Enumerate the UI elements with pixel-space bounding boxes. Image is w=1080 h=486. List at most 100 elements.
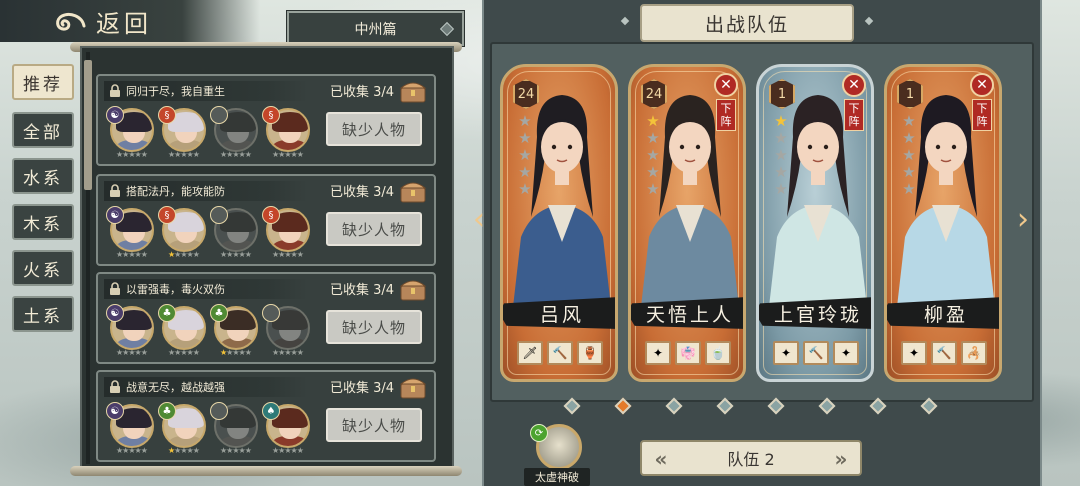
next-arrow-icon[interactable]: › — [1014, 200, 1032, 238]
tab-2[interactable]: 水系 — [12, 158, 74, 194]
star-rating-icon: ★★★★★ — [220, 348, 252, 357]
treasure-chest-icon[interactable] — [398, 78, 428, 104]
remove-label: 下阵 — [716, 99, 736, 131]
star-rating-icon: ★★★★★ — [116, 446, 148, 455]
yin-element-icon: ☯ — [106, 206, 124, 224]
combo-card[interactable]: 搭配法丹，能攻能防 已收集 3/4 ☯ ★★★★★ § ★★★★★ ★★★★★ § ★★★★… — [96, 174, 436, 266]
scrollbar-thumb[interactable] — [84, 60, 92, 190]
collected-count: 已收集 3/4 — [330, 381, 395, 396]
page-dot[interactable] — [614, 397, 632, 415]
yin-element-icon: ☯ — [106, 106, 124, 124]
hero-card[interactable]: 1 ★ ★ ★ ★ ★ 柳盈 ✦ 🔨 🦂 ✕ 下阵 — [884, 64, 1002, 382]
refresh-icon: ⟳ — [530, 424, 548, 442]
equipment-slot[interactable]: ✦ — [773, 341, 799, 365]
yin-element-icon: ☯ — [106, 304, 124, 322]
combo-members: ☯ ★★★★★ § ★★★★★ ★★★★★ § ★★★★★ — [106, 206, 320, 262]
missing-character-button[interactable]: 缺少人物 — [326, 310, 422, 344]
page-dot[interactable] — [716, 397, 734, 415]
fire-element-icon: § — [262, 206, 280, 224]
back-button[interactable]: 返回 — [52, 4, 172, 38]
equipment-slot[interactable]: 🔨 — [803, 341, 829, 365]
diamond-icon — [439, 21, 455, 37]
combo-card[interactable]: 以雷强毒，毒火双伤 已收集 3/4 ☯ ★★★★★ ♣ ★★★★★ ♣ ★★★★★ ★★★★… — [96, 272, 436, 364]
collected-count: 已收集 3/4 — [330, 185, 395, 200]
star-rating-icon: ★★★★★ — [168, 348, 200, 357]
star-rating-icon: ★★★★★ — [168, 446, 200, 455]
equipment-row: ✦ 🔨 🦂 — [901, 341, 997, 367]
combo-title: 战意无尽，越战越强 — [126, 381, 225, 394]
chapter-selector[interactable]: 中州篇 — [286, 10, 465, 47]
remove-label: 下阵 — [972, 99, 992, 131]
equipment-slot[interactable]: 🦂 — [961, 341, 987, 365]
star-rating-icon: ★★★★★ — [902, 112, 916, 198]
yin-element-icon: ☯ — [106, 402, 124, 420]
star-rating-icon: ★★★★★ — [220, 150, 252, 159]
treasure-chest-icon[interactable] — [398, 178, 428, 204]
equipment-slot[interactable]: ✦ — [645, 341, 671, 365]
page-dot[interactable] — [767, 397, 785, 415]
star-rating-icon: ★★★★★ — [518, 112, 532, 198]
remove-from-team-button[interactable]: ✕ 下阵 — [969, 73, 995, 133]
lock-icon — [110, 380, 120, 393]
equipment-slot[interactable]: 🔨 — [547, 341, 573, 365]
chapter-label: 中州篇 — [354, 21, 397, 38]
none-element-icon — [262, 304, 280, 322]
page-dot[interactable] — [920, 397, 938, 415]
treasure-chest-icon[interactable] — [398, 374, 428, 400]
tab-5[interactable]: 土系 — [12, 296, 74, 332]
hero-card[interactable]: 24 ★ ★ ★ ★ ★ 天悟上人 ✦ 👘 🍵 ✕ 下阵 — [628, 64, 746, 382]
star-rating-icon: ★★★★★ — [168, 150, 200, 159]
tab-3[interactable]: 木系 — [12, 204, 74, 240]
equipment-slot[interactable]: ✦ — [901, 341, 927, 365]
back-label: 返回 — [96, 9, 152, 38]
team-next-icon[interactable]: » — [828, 446, 854, 472]
combo-card[interactable]: 战意无尽，越战越强 已收集 3/4 ☯ ★★★★★ ♣ ★★★★★ ★★★★★ ♠ ★★★★… — [96, 370, 436, 462]
tab-4[interactable]: 火系 — [12, 250, 74, 286]
remove-from-team-button[interactable]: ✕ 下阵 — [841, 73, 867, 133]
cloud-swirl-icon — [56, 12, 86, 31]
remove-from-team-button[interactable]: ✕ 下阵 — [713, 73, 739, 133]
equipment-slot[interactable]: ✦ — [833, 341, 859, 365]
prev-arrow-icon[interactable]: ‹ — [470, 200, 488, 238]
close-icon: ✕ — [970, 73, 994, 97]
star-rating-icon: ★★★★★ — [272, 250, 304, 259]
fire-element-icon: § — [158, 206, 176, 224]
team-title-label: 出战队伍 — [704, 13, 789, 36]
equipment-slot[interactable]: 👘 — [675, 341, 701, 365]
hero-card[interactable]: 1 ★ ★ ★ ★ ★ 上官玲珑 ✦ 🔨 ✦ ✕ 下阵 — [756, 64, 874, 382]
wood-element-icon: ♣ — [158, 402, 176, 420]
page-dot[interactable] — [665, 397, 683, 415]
combo-members: ☯ ★★★★★ ♣ ★★★★★ ★★★★★ ♠ ★★★★★ — [106, 402, 320, 458]
star-rating-icon: ★★★★★ — [168, 250, 200, 259]
team-prev-icon[interactable]: « — [648, 446, 674, 472]
missing-character-button[interactable]: 缺少人物 — [326, 212, 422, 246]
missing-character-button[interactable]: 缺少人物 — [326, 408, 422, 442]
combo-card[interactable]: 同归于尽，我自重生 已收集 3/4 ☯ ★★★★★ § ★★★★★ ★★★★★ § ★★★★… — [96, 74, 436, 166]
hero-card[interactable]: 24 ★ ★ ★ ★ ★ 吕风 🗡 🔨 🏺 — [500, 64, 618, 382]
remove-label: 下阵 — [844, 99, 864, 131]
wood-element-icon: ♣ — [158, 304, 176, 322]
page-indicator — [563, 397, 946, 415]
tab-0[interactable]: 推荐 — [12, 64, 74, 100]
formation-skill-button[interactable]: ⟳ 太虚神破 — [524, 424, 590, 486]
page-dot[interactable] — [869, 397, 887, 415]
none-element-icon — [210, 106, 228, 124]
star-rating-icon: ★★★★★ — [220, 446, 252, 455]
star-rating-icon: ★★★★★ — [272, 348, 304, 357]
missing-character-button[interactable]: 缺少人物 — [326, 112, 422, 146]
collected-count: 已收集 3/4 — [330, 283, 395, 298]
combo-title-bar: 以雷强毒，毒火双伤 — [104, 279, 308, 299]
tab-1[interactable]: 全部 — [12, 112, 74, 148]
scroll-rod-bottom — [70, 466, 462, 476]
treasure-chest-icon[interactable] — [398, 276, 428, 302]
page-dot[interactable] — [563, 397, 581, 415]
equipment-slot[interactable]: 🏺 — [577, 341, 603, 365]
equipment-slot[interactable]: 🗡 — [517, 341, 543, 365]
team-switch-label: 队伍 2 — [727, 450, 775, 469]
equipment-slot[interactable]: 🍵 — [705, 341, 731, 365]
star-rating-icon: ★★★★★ — [116, 348, 148, 357]
fire-element-icon: § — [158, 106, 176, 124]
equipment-slot[interactable]: 🔨 — [931, 341, 957, 365]
page-dot[interactable] — [818, 397, 836, 415]
star-rating-icon: ★★★★★ — [220, 250, 252, 259]
